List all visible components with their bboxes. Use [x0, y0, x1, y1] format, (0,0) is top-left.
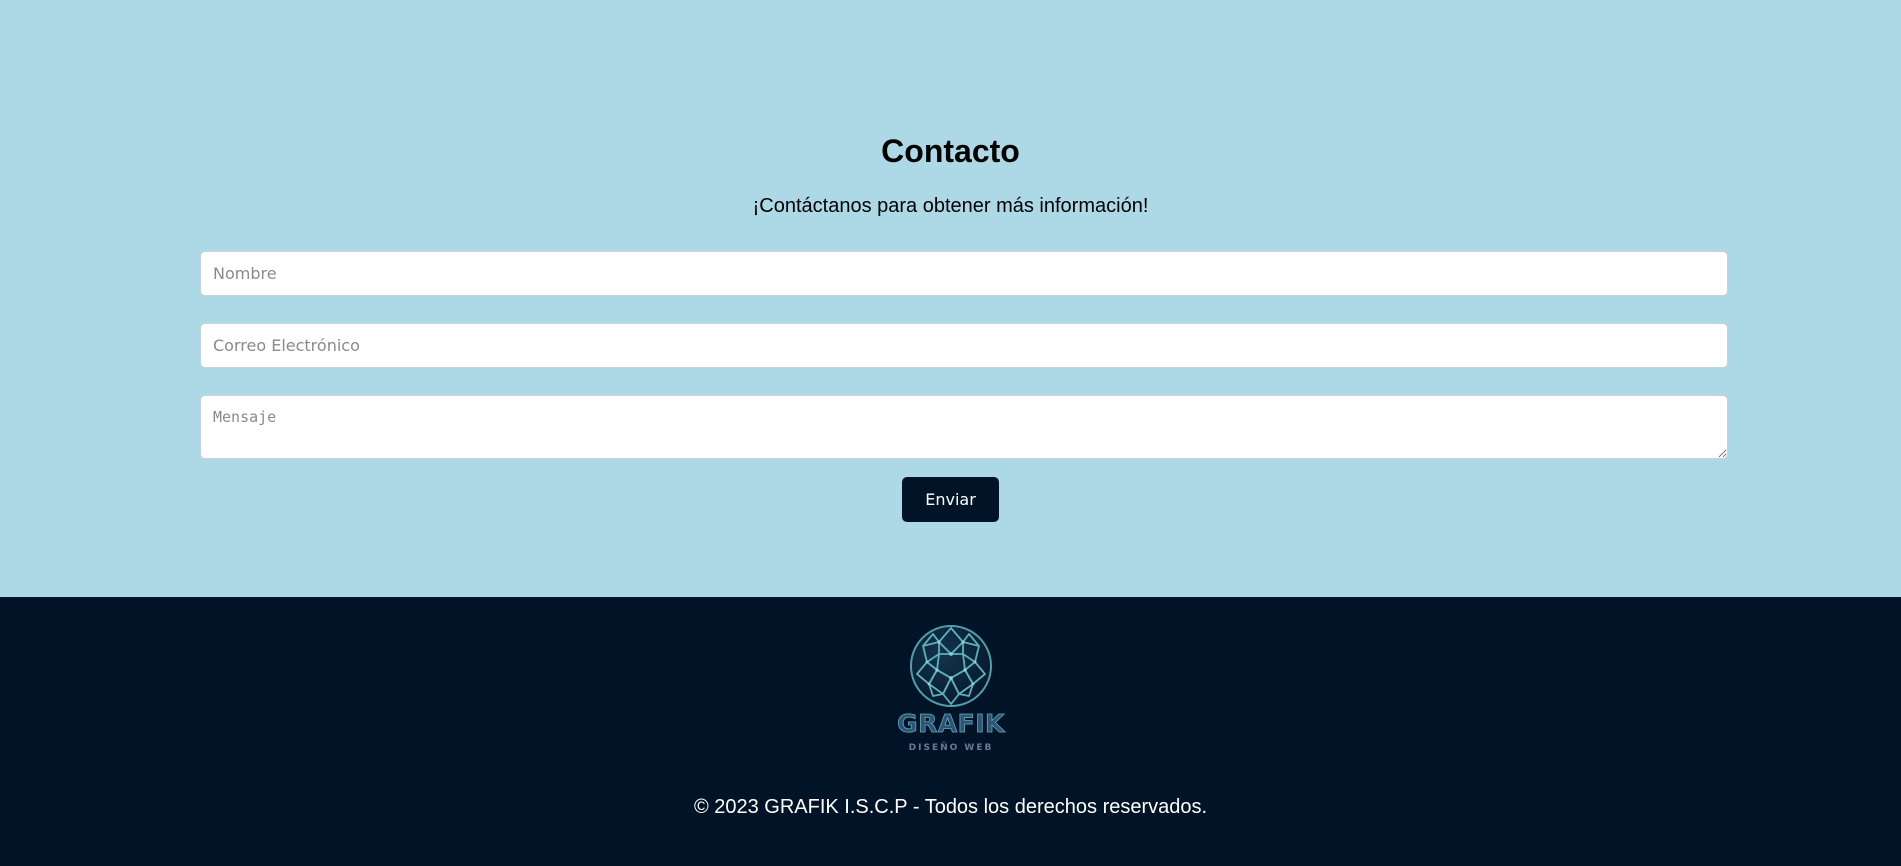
email-input[interactable]	[200, 323, 1728, 368]
send-button[interactable]: Enviar	[902, 477, 999, 522]
grafik-logo: GRAFIK DISEÑO WEB	[895, 624, 1007, 758]
logo-tagline: DISEÑO WEB	[908, 743, 994, 753]
message-textarea[interactable]	[200, 395, 1728, 459]
globe-mesh-icon	[910, 625, 992, 707]
contact-section: Contacto ¡Contáctanos para obtener más i…	[0, 0, 1901, 597]
contact-title: Contacto	[881, 133, 1020, 169]
contact-subtitle: ¡Contáctanos para obtener más informació…	[752, 195, 1149, 217]
copyright-text: © 2023 GRAFIK I.S.C.P - Todos los derech…	[693, 796, 1208, 818]
footer: GRAFIK DISEÑO WEB © 2023 GRAFIK I.S.C.P …	[0, 597, 1901, 866]
logo-wordmark: GRAFIK	[897, 709, 1005, 738]
name-input[interactable]	[200, 251, 1728, 296]
